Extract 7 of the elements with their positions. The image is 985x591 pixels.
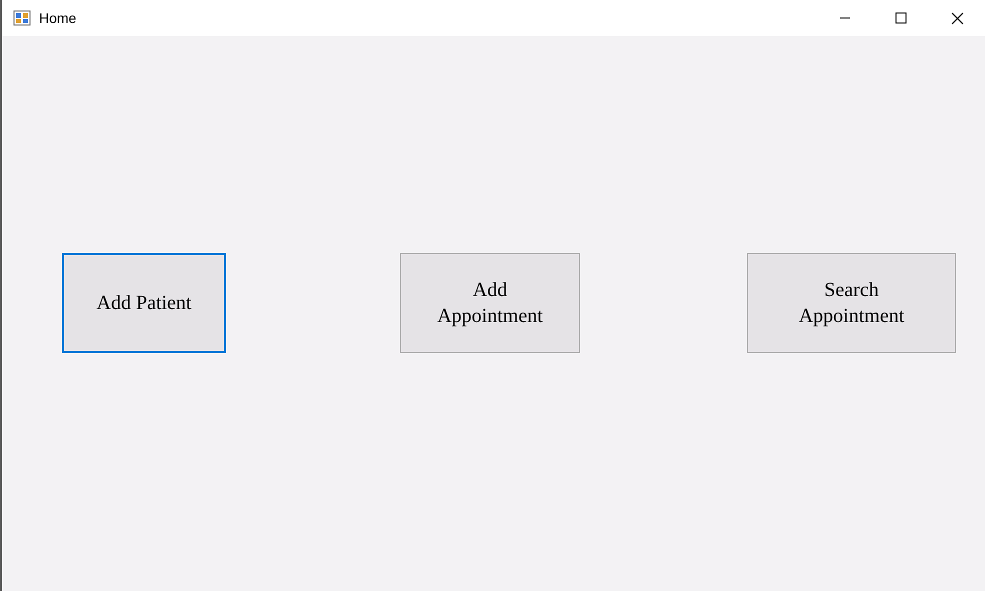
form-button[interactable]: Add Appointment xyxy=(400,253,580,353)
window-icon xyxy=(13,10,31,26)
form-button[interactable]: Add Patient xyxy=(62,253,226,353)
form-button[interactable]: Search Appointment xyxy=(747,253,956,353)
close-icon xyxy=(950,12,964,24)
maximize-icon xyxy=(895,12,907,24)
window-title: Home xyxy=(39,8,76,28)
